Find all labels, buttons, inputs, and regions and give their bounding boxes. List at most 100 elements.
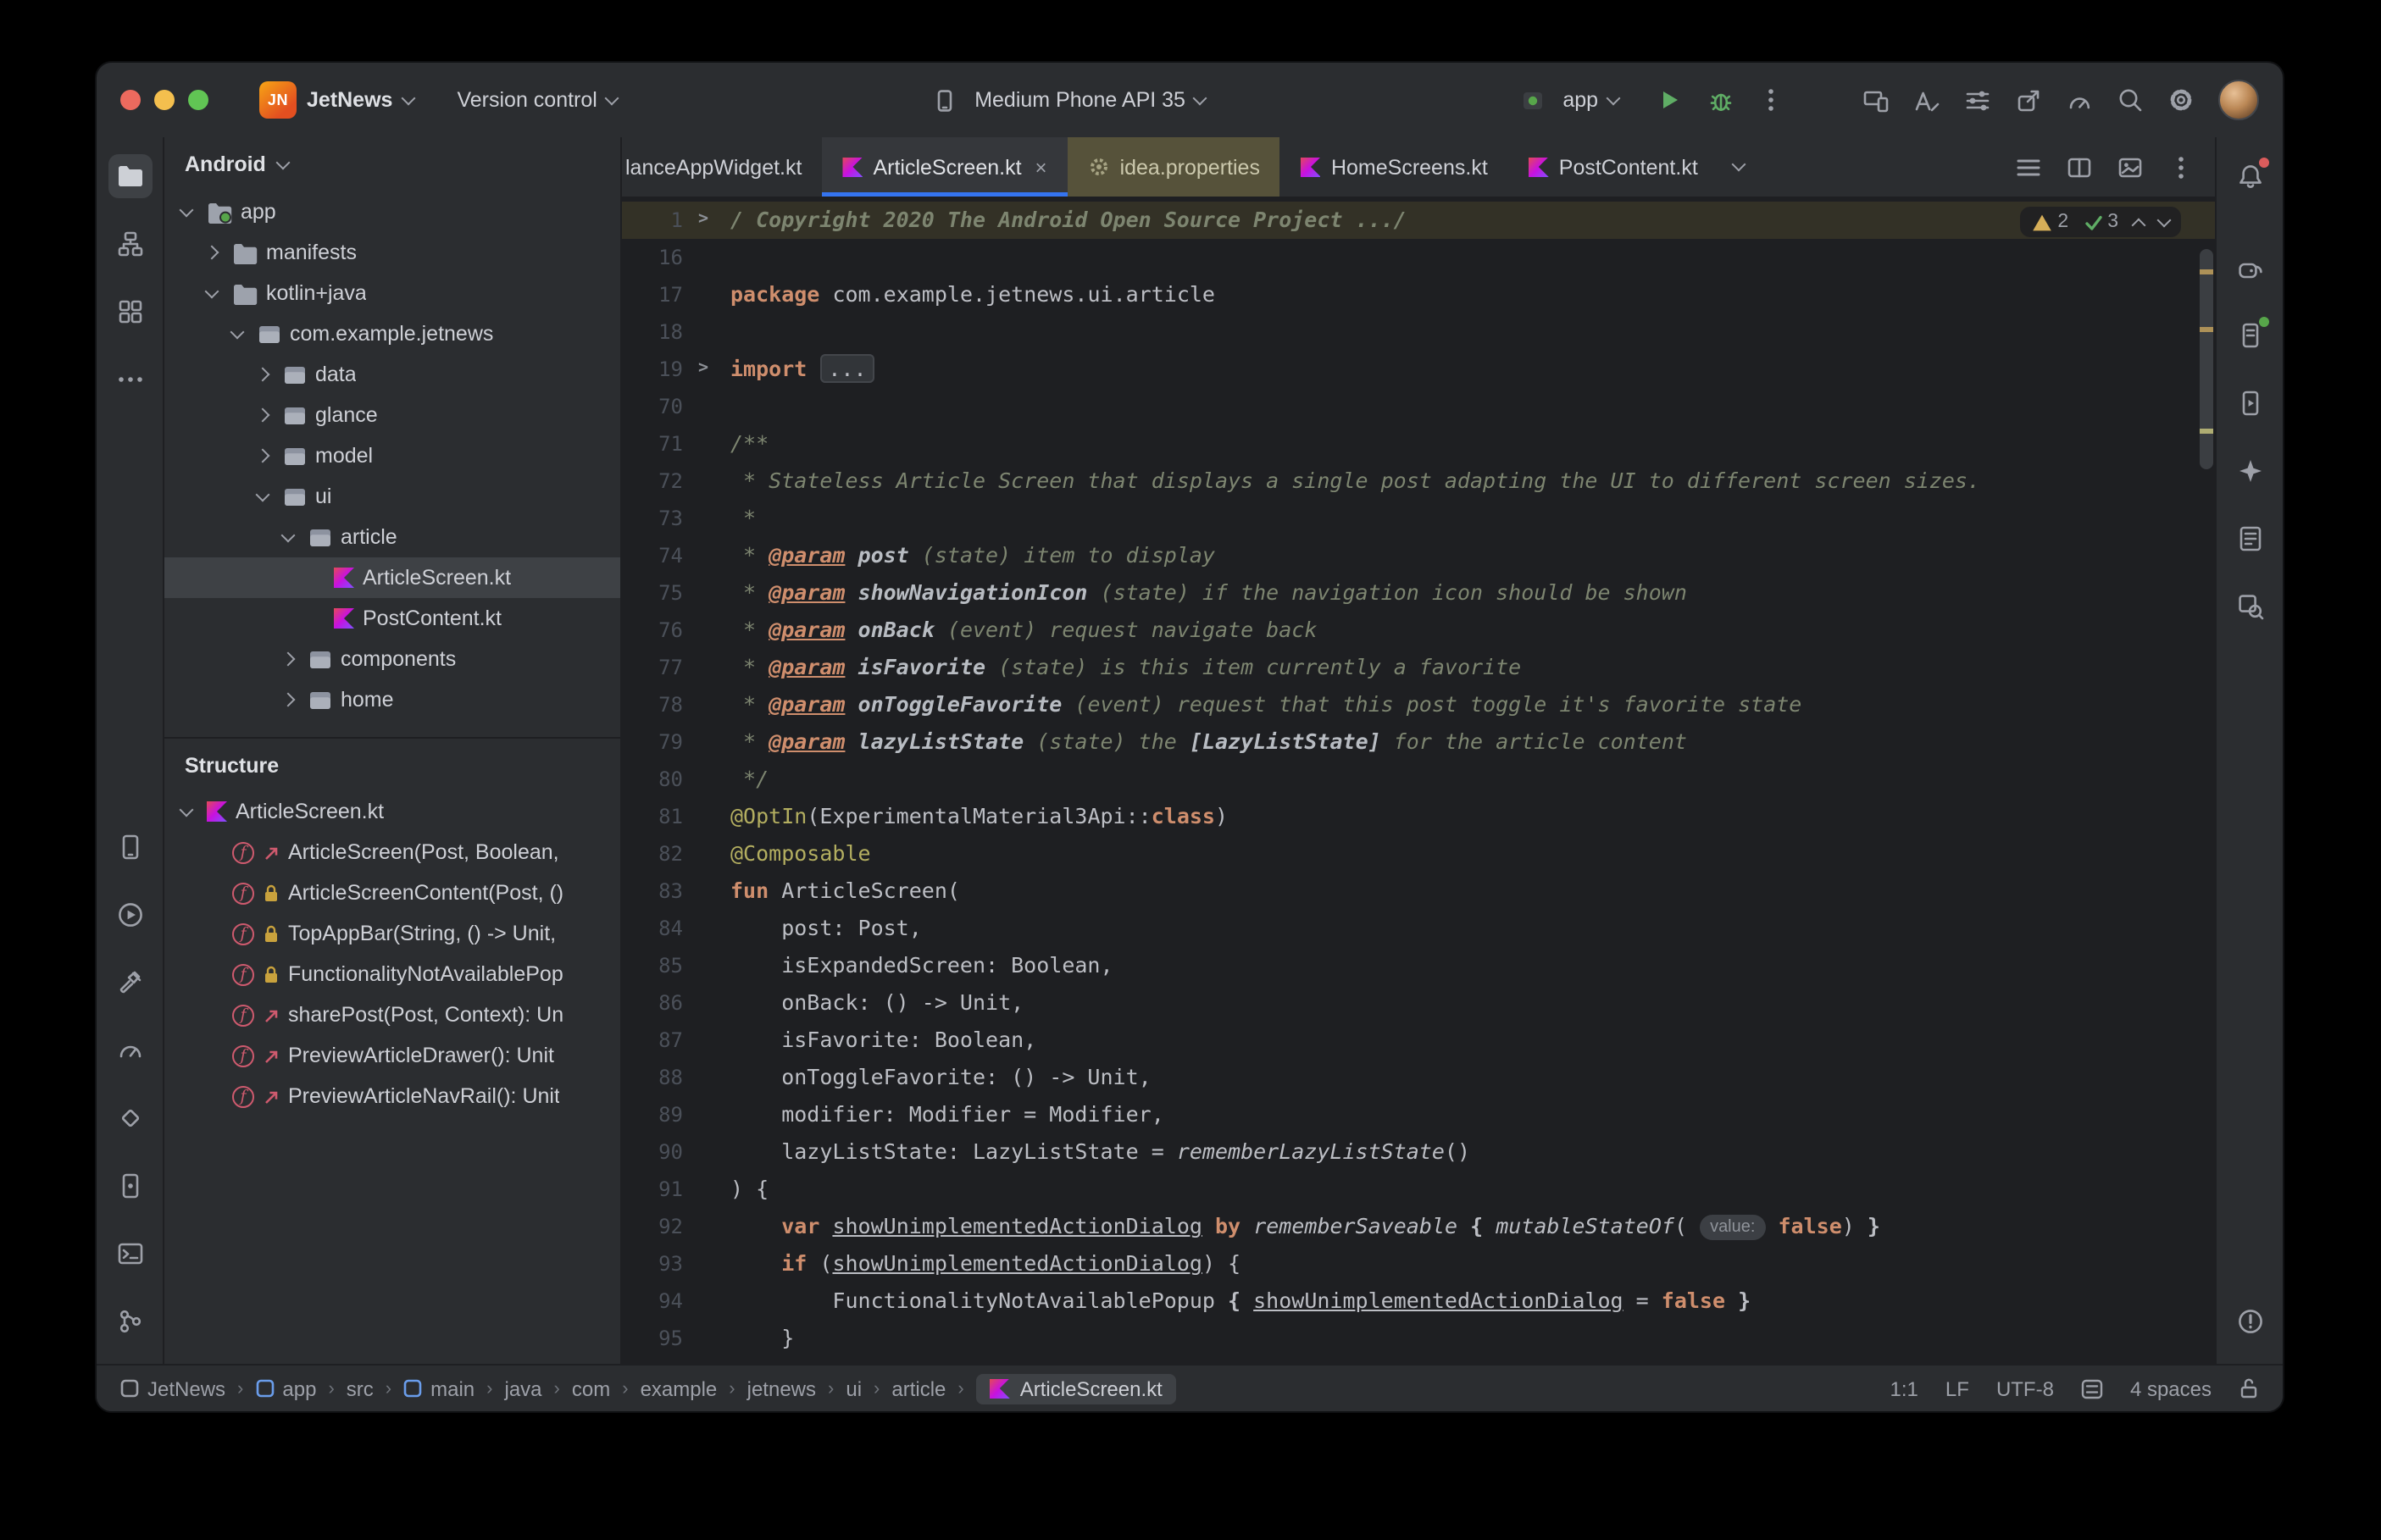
close-window-button[interactable] [120,90,141,110]
line-number[interactable]: 85 [622,947,717,984]
code-line-18[interactable]: 18 [622,313,2215,351]
structure-item-articlescreen-post-boolean[interactable]: f ArticleScreen(Post, Boolean, [164,832,620,872]
code-line-90[interactable]: 90 lazyListState: LazyListState = rememb… [622,1133,2215,1171]
expanded-chevron-icon[interactable] [225,324,249,339]
inspection-widget[interactable]: 2 3 [2020,207,2181,237]
structure-panel-header[interactable]: Structure [164,737,620,791]
collapsed-chevron-icon[interactable] [251,448,275,463]
project-item-model[interactable]: model [164,435,620,476]
settings-sliders-icon[interactable] [1957,80,1998,120]
run-button[interactable] [1649,80,1690,120]
line-number[interactable]: 90 [622,1133,717,1171]
running-devices-tool-button-right[interactable] [2228,381,2272,425]
breadcrumb-com[interactable]: com [572,1377,610,1400]
project-tool-button[interactable] [108,154,152,198]
code-line-94[interactable]: 94 FunctionalityNotAvailablePopup { show… [622,1282,2215,1320]
line-number[interactable]: 18 [622,313,717,351]
code-line-71[interactable]: 71 /** [622,425,2215,463]
structure-item-articlescreen-kt[interactable]: ArticleScreen.kt [164,791,620,832]
more-tool-windows-icon[interactable] [108,357,152,402]
device-mirroring-icon[interactable] [1856,80,1896,120]
line-number[interactable]: 72 [622,463,717,500]
code-line-84[interactable]: 84 post: Post, [622,910,2215,947]
project-item-ui[interactable]: ui [164,476,620,517]
project-widget[interactable]: JN JetNews [253,76,419,124]
gemini-spark-icon[interactable] [2228,449,2272,493]
line-number[interactable]: 79 [622,723,717,761]
structure-item-articlescreencontent-post[interactable]: f ArticleScreenContent(Post, () [164,872,620,913]
code-editor[interactable]: 1 > / Copyright 2020 The Android Open Sour… [622,198,2215,1364]
line-number[interactable]: 86 [622,984,717,1022]
collapsed-chevron-icon[interactable] [200,245,224,260]
debug-button[interactable] [1700,80,1740,120]
line-number[interactable]: 89 [622,1096,717,1133]
editor-tab-lanceappwidget-kt[interactable]: lanceAppWidget.kt [622,137,822,197]
line-number[interactable]: 70 [622,388,717,425]
breadcrumb-article[interactable]: article [891,1377,946,1400]
line-number[interactable]: 16 [622,239,717,276]
project-item-app[interactable]: app [164,191,620,232]
project-item-home[interactable]: home [164,679,620,720]
line-number[interactable]: 1 > [622,202,717,239]
code-line-70[interactable]: 70 [622,388,2215,425]
line-number[interactable]: 82 [622,835,717,872]
line-number[interactable]: 95 [622,1320,717,1357]
indent-selector[interactable]: 4 spaces [2130,1377,2212,1400]
project-item-data[interactable]: data [164,354,620,395]
encoding-selector[interactable]: UTF-8 [1996,1377,2054,1400]
user-avatar[interactable] [2218,80,2260,120]
line-number[interactable]: 80 [622,761,717,798]
editor-scrollbar[interactable] [2198,198,2215,1364]
line-number[interactable]: 71 [622,425,717,463]
line-number[interactable]: 17 [622,276,717,313]
breadcrumb-java[interactable]: java [505,1377,542,1400]
fold-chevron-icon[interactable]: > [698,351,708,388]
code-line-76[interactable]: 76 * @param onBack (event) request navig… [622,612,2215,649]
problems-tool-button[interactable] [2228,1299,2272,1343]
code-line-1[interactable]: 1 > / Copyright 2020 The Android Open Sour… [622,202,2215,239]
profiler-tool-button[interactable] [108,1028,152,1072]
settings-gear-icon[interactable] [2161,80,2201,120]
file-writable-icon[interactable] [2239,1377,2259,1399]
inspections-passed-indicator[interactable]: 3 [2084,212,2118,232]
code-line-86[interactable]: 86 onBack: () -> Unit, [622,984,2215,1022]
line-number[interactable]: 83 [622,872,717,910]
collapsed-chevron-icon[interactable] [251,367,275,382]
preview-icon[interactable] [2110,147,2151,187]
assistant-tool-button[interactable] [2228,517,2272,561]
expanded-chevron-icon[interactable] [175,202,198,217]
line-number[interactable]: 76 [622,612,717,649]
zoom-window-button[interactable] [188,90,208,110]
code-line-19[interactable]: 19 > import ... [622,351,2215,388]
editor-tab-postcontent-kt[interactable]: PostContent.kt [1508,137,1718,197]
more-actions-icon[interactable] [1751,80,1791,120]
project-item-kotlin-java[interactable]: kotlin+java [164,273,620,313]
breadcrumb-src[interactable]: src [347,1377,374,1400]
project-item-articlescreen-kt[interactable]: ArticleScreen.kt [164,557,620,598]
line-number[interactable]: 88 [622,1059,717,1096]
breadcrumb-jetnews[interactable]: jetnews [747,1377,816,1400]
line-number[interactable]: 87 [622,1022,717,1059]
breadcrumb-ui[interactable]: ui [846,1377,862,1400]
collapsed-chevron-icon[interactable] [251,407,275,423]
breadcrumb-jetnews[interactable]: JetNews [120,1377,225,1400]
app-quality-insights-tool-button[interactable] [108,1096,152,1140]
structure-item-topappbar-string-unit[interactable]: f TopAppBar(String, () -> Unit, [164,913,620,954]
resource-manager-tool-button[interactable] [108,222,152,266]
line-ending-selector[interactable]: LF [1945,1377,1969,1400]
project-view-selector[interactable]: Android [164,137,620,191]
code-line-82[interactable]: 82 @Composable [622,835,2215,872]
code-line-79[interactable]: 79 * @param lazyListState (state) the [L… [622,723,2215,761]
structure-item-functionalitynotavailablepop[interactable]: f FunctionalityNotAvailablePop [164,954,620,994]
breadcrumb-current-file[interactable]: ArticleScreen.kt [975,1373,1176,1404]
code-line-17[interactable]: 17 package com.example.jetnews.ui.article [622,276,2215,313]
run-tool-button[interactable] [108,893,152,937]
more-options-icon[interactable] [2161,147,2201,187]
project-item-glance[interactable]: glance [164,395,620,435]
gradle-tool-button[interactable] [2228,246,2272,290]
minimize-window-button[interactable] [154,90,175,110]
notifications-bell-icon[interactable] [2228,154,2272,198]
caret-position[interactable]: 1:1 [1890,1377,1918,1400]
version-control-tool-button[interactable] [108,1299,152,1343]
previous-problem-icon[interactable] [2131,217,2146,232]
